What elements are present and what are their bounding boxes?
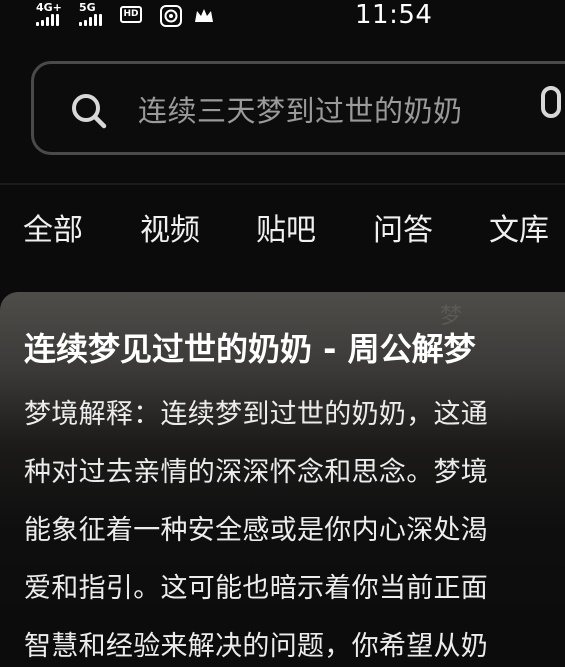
- signal-icon-2: 5G: [79, 1, 102, 26]
- clock: 11:54: [355, 0, 433, 30]
- search-icon[interactable]: [70, 92, 108, 130]
- result-snippet-line: 能象征着一种安全感或是你内心深处渴: [24, 515, 489, 546]
- tab-wenku[interactable]: 文库: [489, 205, 549, 249]
- result-snippet-line: 智慧和经验来解决的问题，你希望从奶: [24, 631, 489, 662]
- mic-icon[interactable]: [536, 86, 565, 132]
- tab-tieba[interactable]: 贴吧: [256, 205, 316, 249]
- result-snippet-line: 种对过去亲情的深深怀念和思念。梦境: [24, 457, 489, 488]
- network-type-2: 5G: [79, 1, 96, 14]
- crown-icon: [195, 9, 213, 22]
- header-divider: [0, 183, 565, 185]
- hd-voice-icon: HD: [120, 6, 142, 23]
- screen: 4G+ 5G HD 11:54 连续三天梦到过世的奶奶 全部 视频 贴吧 问答 …: [0, 0, 565, 667]
- network-type-1: 4G+: [36, 1, 62, 14]
- result-snippet-line: 爱和指引。这可能也暗示着你当前正面: [24, 573, 489, 604]
- tab-video[interactable]: 视频: [140, 205, 200, 249]
- search-query[interactable]: 连续三天梦到过世的奶奶: [138, 88, 463, 130]
- sim-app-icon: [160, 5, 182, 27]
- result-title[interactable]: 连续梦见过世的奶奶 - 周公解梦: [24, 324, 476, 370]
- tab-all[interactable]: 全部: [23, 205, 83, 249]
- result-card[interactable]: 梦 连续梦见过世的奶奶 - 周公解梦 梦境解释：连续梦到过世的奶奶，这通 种对过…: [0, 292, 565, 667]
- signal-icon: 4G+: [36, 1, 62, 26]
- result-snippet-line: 梦境解释：连续梦到过世的奶奶，这通: [24, 399, 489, 430]
- status-bar: 4G+ 5G HD 11:54: [0, 0, 565, 44]
- tab-bar: 全部 视频 贴吧 问答 文库: [0, 205, 565, 261]
- tab-qa[interactable]: 问答: [373, 205, 433, 249]
- search-input[interactable]: 连续三天梦到过世的奶奶: [31, 61, 565, 155]
